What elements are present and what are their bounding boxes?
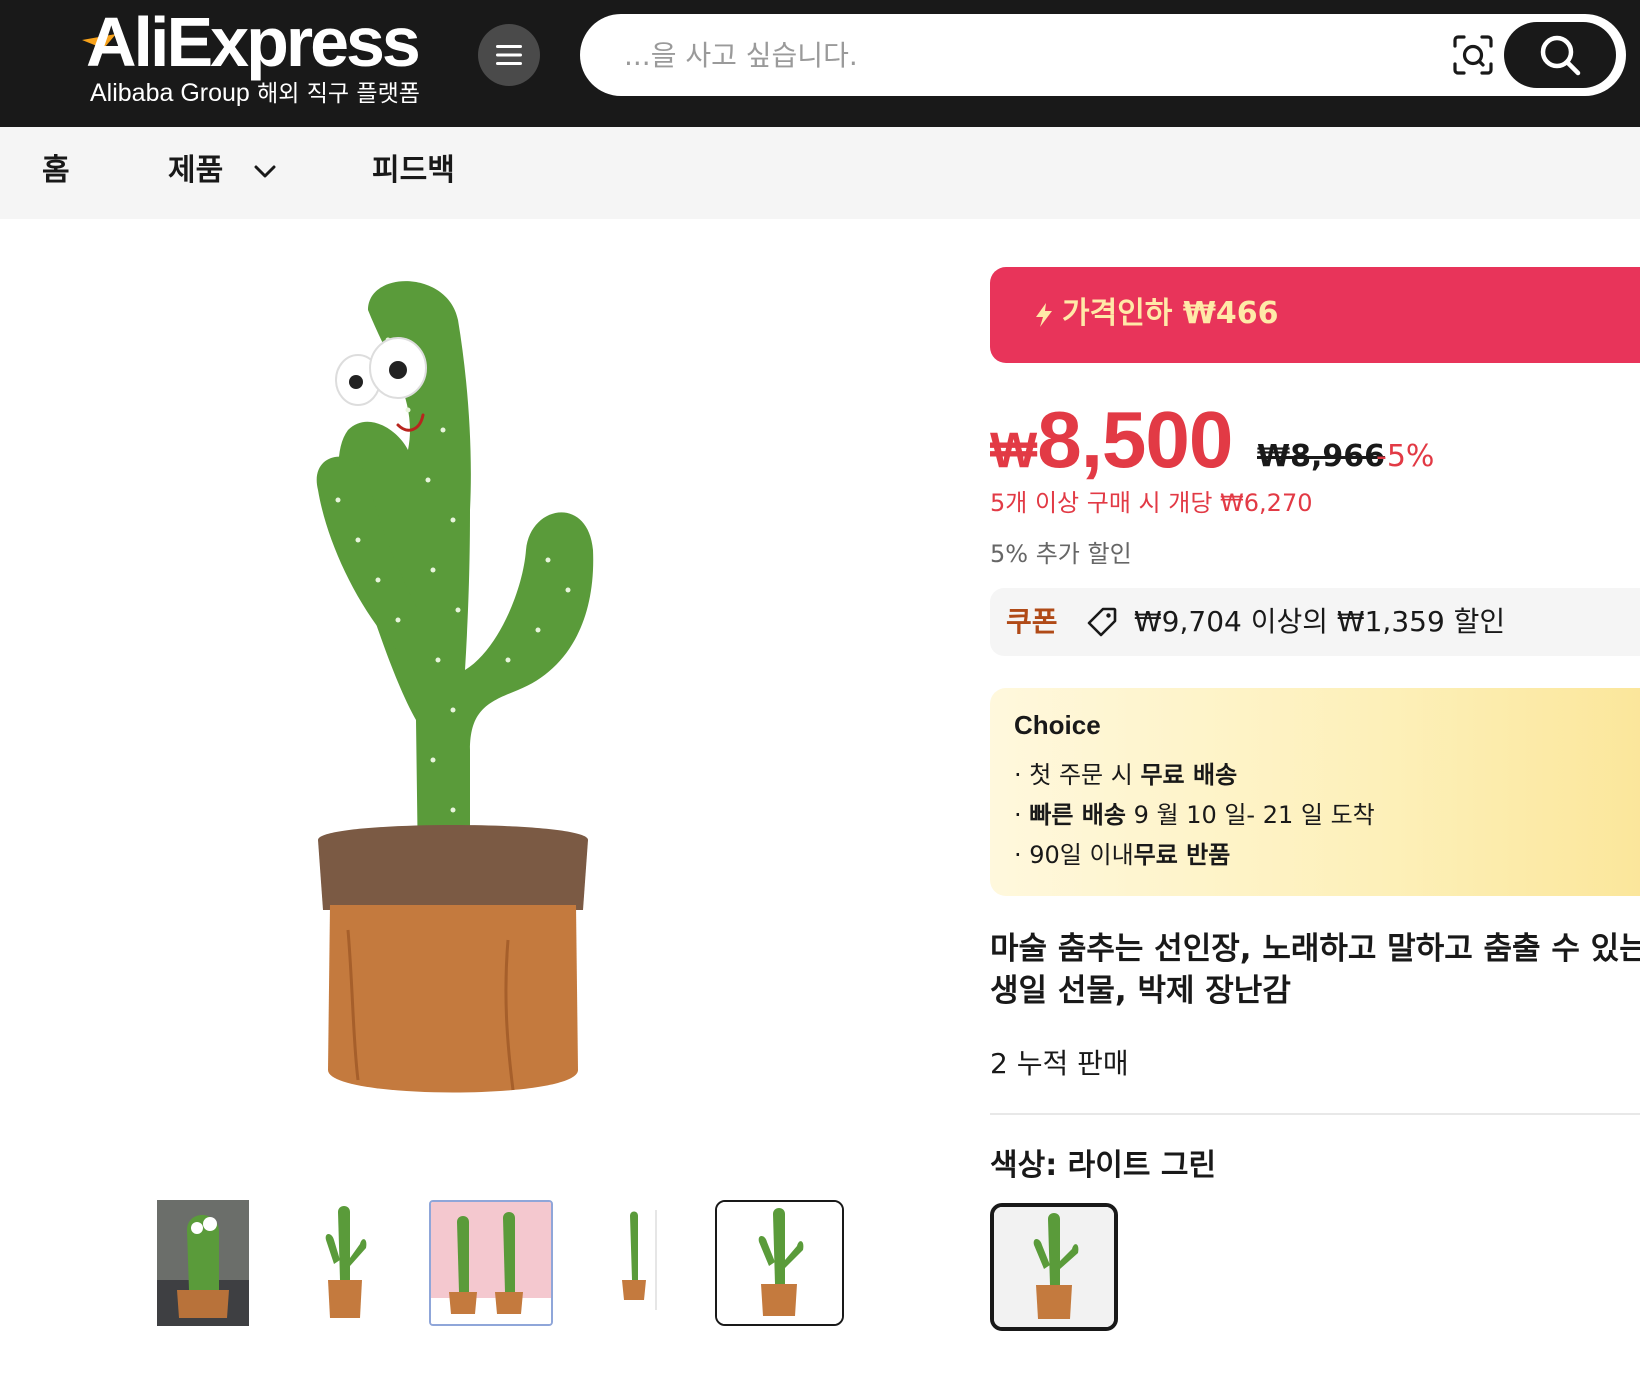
color-label: 색상: 라이트 그린 <box>990 1148 1217 1183</box>
choice-line1-text: · 첫 주문 시 <box>1014 761 1141 789</box>
product-title-line1: 마술 춤추는 선인장, 노래하고 말하고 춤출 수 있는 <box>990 931 1640 967</box>
thumbnail-3[interactable] <box>429 1200 553 1326</box>
choice-line2-prefix: · <box>1014 801 1030 829</box>
sold-count: 2 누적 판매 <box>990 1047 1129 1080</box>
thumbnail-1[interactable] <box>157 1200 249 1326</box>
chevron-down-icon <box>254 165 276 177</box>
search-button[interactable] <box>1504 22 1616 88</box>
choice-line3-bold: 무료 반품 <box>1133 841 1231 869</box>
choice-free-returns: · 90일 이내무료 반품 <box>1014 838 1230 872</box>
logo-wordmark: AliExpress <box>86 3 421 81</box>
nav-products[interactable]: 제품 <box>168 147 276 195</box>
thumbnail-5-image <box>717 1202 842 1324</box>
color-option-image <box>994 1207 1114 1327</box>
coupon-text: ₩9,704 이상의 ₩1,359 할인 <box>1134 605 1506 638</box>
aliexpress-logo[interactable]: AliExpress Alibaba Group 해외 직구 플랫폼 <box>82 3 446 110</box>
menu-button[interactable] <box>478 24 540 86</box>
thumbnail-2-image <box>304 1200 384 1326</box>
price-drop-banner: 가격인하 ₩466 <box>990 267 1640 363</box>
nav-home[interactable]: 홈 <box>42 147 70 195</box>
choice-line2-bold: 빠른 배송 <box>1029 801 1126 829</box>
price-drop-text: 가격인하 ₩466 <box>1062 296 1279 331</box>
search-bar <box>580 14 1626 96</box>
logo-group-text: Alibaba Group <box>90 79 250 107</box>
price-currency: ₩ <box>990 422 1038 478</box>
thumbnail-4-image <box>604 1200 688 1326</box>
choice-benefits-box[interactable]: Choice · 첫 주문 시 무료 배송 · 빠른 배송 9 월 10 일- … <box>990 688 1640 896</box>
bulk-price-text: 5개 이상 구매 시 개당 ₩6,270 <box>990 489 1313 517</box>
thumbnail-5-selected[interactable] <box>715 1200 844 1326</box>
thumbnail-1-image <box>157 1200 249 1326</box>
camera-search-icon[interactable] <box>1452 34 1494 76</box>
choice-line3-text: · 90일 이내 <box>1014 841 1134 869</box>
choice-title: Choice <box>1014 710 1101 740</box>
choice-fast-delivery: · 빠른 배송 9 월 10 일- 21 일 도착 <box>1014 798 1375 832</box>
original-price: ₩8,966 <box>1257 439 1385 474</box>
coupon-row[interactable]: 쿠폰 ₩9,704 이상의 ₩1,359 할인 <box>990 588 1640 656</box>
logo-subtitle: Alibaba Group 해외 직구 플랫폼 <box>90 78 420 109</box>
extra-discount-text: 5% 추가 할인 <box>990 540 1132 568</box>
choice-line2-text: 9 월 10 일- 21 일 도착 <box>1125 801 1375 829</box>
product-title: 마술 춤추는 선인장, 노래하고 말하고 춤출 수 있는 생일 선물, 박제 장… <box>990 928 1640 1012</box>
menu-icon <box>496 45 522 65</box>
lightning-icon <box>1036 303 1052 327</box>
nav-feedback[interactable]: 피드백 <box>372 147 455 195</box>
price-value: 8,500 <box>1037 395 1233 484</box>
choice-free-shipping: · 첫 주문 시 무료 배송 <box>1014 758 1237 792</box>
category-nav: 홈 제품 피드백 <box>0 127 1640 219</box>
search-icon <box>1540 35 1581 76</box>
product-title-line2: 생일 선물, 박제 장난감 <box>990 973 1291 1009</box>
thumbnail-4[interactable] <box>604 1200 688 1326</box>
top-header: AliExpress Alibaba Group 해외 직구 플랫폼 <box>0 0 1640 127</box>
coupon-label: 쿠폰 <box>1006 605 1058 638</box>
section-divider <box>990 1113 1640 1115</box>
thumbnail-3-image <box>431 1202 551 1324</box>
logo-korean-text: 해외 직구 플랫폼 <box>257 81 420 107</box>
product-main-image[interactable] <box>258 250 918 1160</box>
choice-line1-bold: 무료 배송 <box>1140 761 1238 789</box>
discount-percent: -5% <box>1376 439 1435 474</box>
thumbnail-2[interactable] <box>304 1200 384 1326</box>
search-input[interactable] <box>624 32 1404 78</box>
tag-icon <box>1087 607 1117 637</box>
color-option-light-green[interactable] <box>990 1203 1118 1331</box>
nav-products-label: 제품 <box>168 153 224 188</box>
